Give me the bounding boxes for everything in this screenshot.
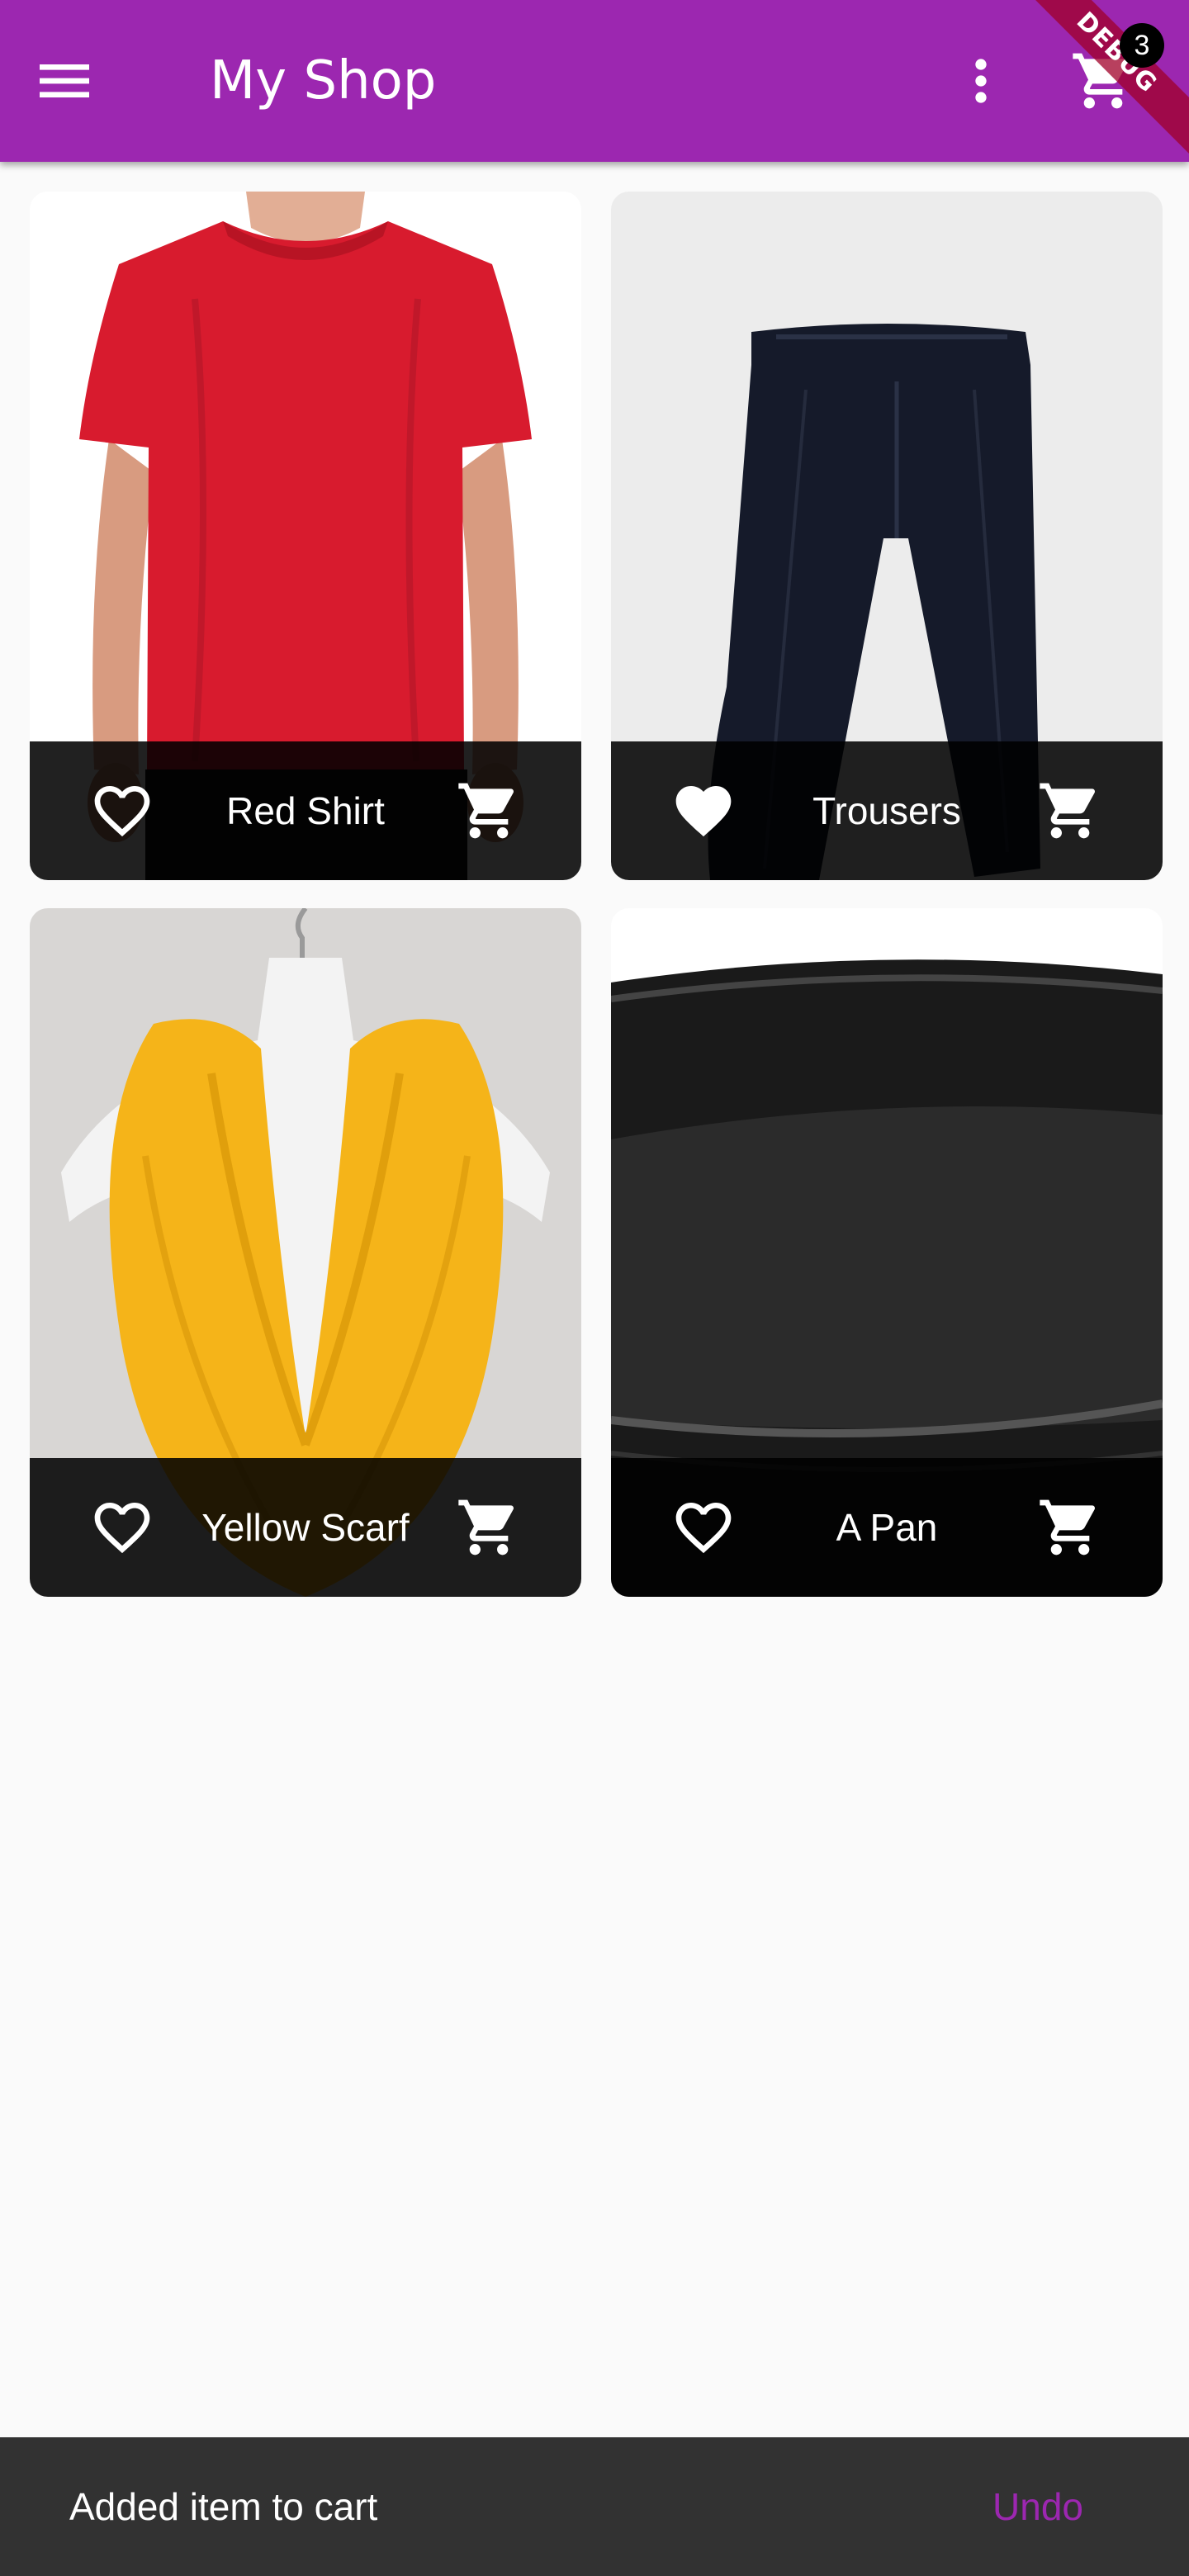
- product-footer: Trousers: [611, 741, 1163, 880]
- add-to-cart-button[interactable]: [456, 778, 522, 844]
- product-footer: A Pan: [611, 1458, 1163, 1597]
- product-footer: Red Shirt: [30, 741, 581, 880]
- favorite-button[interactable]: [670, 778, 737, 844]
- shopping-cart-icon: [1040, 1499, 1096, 1556]
- add-to-cart-button[interactable]: [1037, 778, 1103, 844]
- heart-outline-icon: [94, 1503, 150, 1554]
- menu-button[interactable]: [31, 48, 130, 114]
- shopping-cart-icon: [1040, 783, 1096, 839]
- add-to-cart-button[interactable]: [1037, 1494, 1103, 1560]
- product-title: Yellow Scarf: [201, 1506, 410, 1549]
- undo-button[interactable]: Undo: [992, 2437, 1083, 2576]
- heart-filled-icon: [675, 786, 732, 837]
- heart-outline-icon: [94, 786, 150, 837]
- cart-badge: 3: [1120, 23, 1164, 68]
- page-title: My Shop: [210, 50, 437, 111]
- shopping-cart-icon: [458, 1499, 514, 1556]
- product-title: Trousers: [812, 789, 961, 832]
- product-tile[interactable]: Trousers: [611, 192, 1163, 880]
- favorite-button[interactable]: [89, 1494, 155, 1560]
- product-title: Red Shirt: [226, 789, 385, 832]
- product-title: A Pan: [836, 1506, 938, 1549]
- add-to-cart-button[interactable]: [456, 1494, 522, 1560]
- product-tile[interactable]: A Pan: [611, 908, 1163, 1597]
- product-footer: Yellow Scarf: [30, 1458, 581, 1597]
- app-bar: My Shop DEBUG 3: [0, 0, 1189, 162]
- favorite-button[interactable]: [670, 1494, 737, 1560]
- favorite-button[interactable]: [89, 778, 155, 844]
- shopping-cart-icon: [458, 783, 514, 839]
- snackbar-message: Added item to cart: [69, 2485, 378, 2528]
- product-tile[interactable]: Yellow Scarf: [30, 908, 581, 1597]
- more-options-button[interactable]: [948, 48, 1014, 114]
- product-tile[interactable]: Red Shirt: [30, 192, 581, 880]
- menu-icon: [40, 64, 89, 97]
- more-vert-icon: [975, 59, 987, 103]
- snackbar: Added item to cart Undo: [0, 2437, 1189, 2576]
- heart-outline-icon: [675, 1503, 732, 1554]
